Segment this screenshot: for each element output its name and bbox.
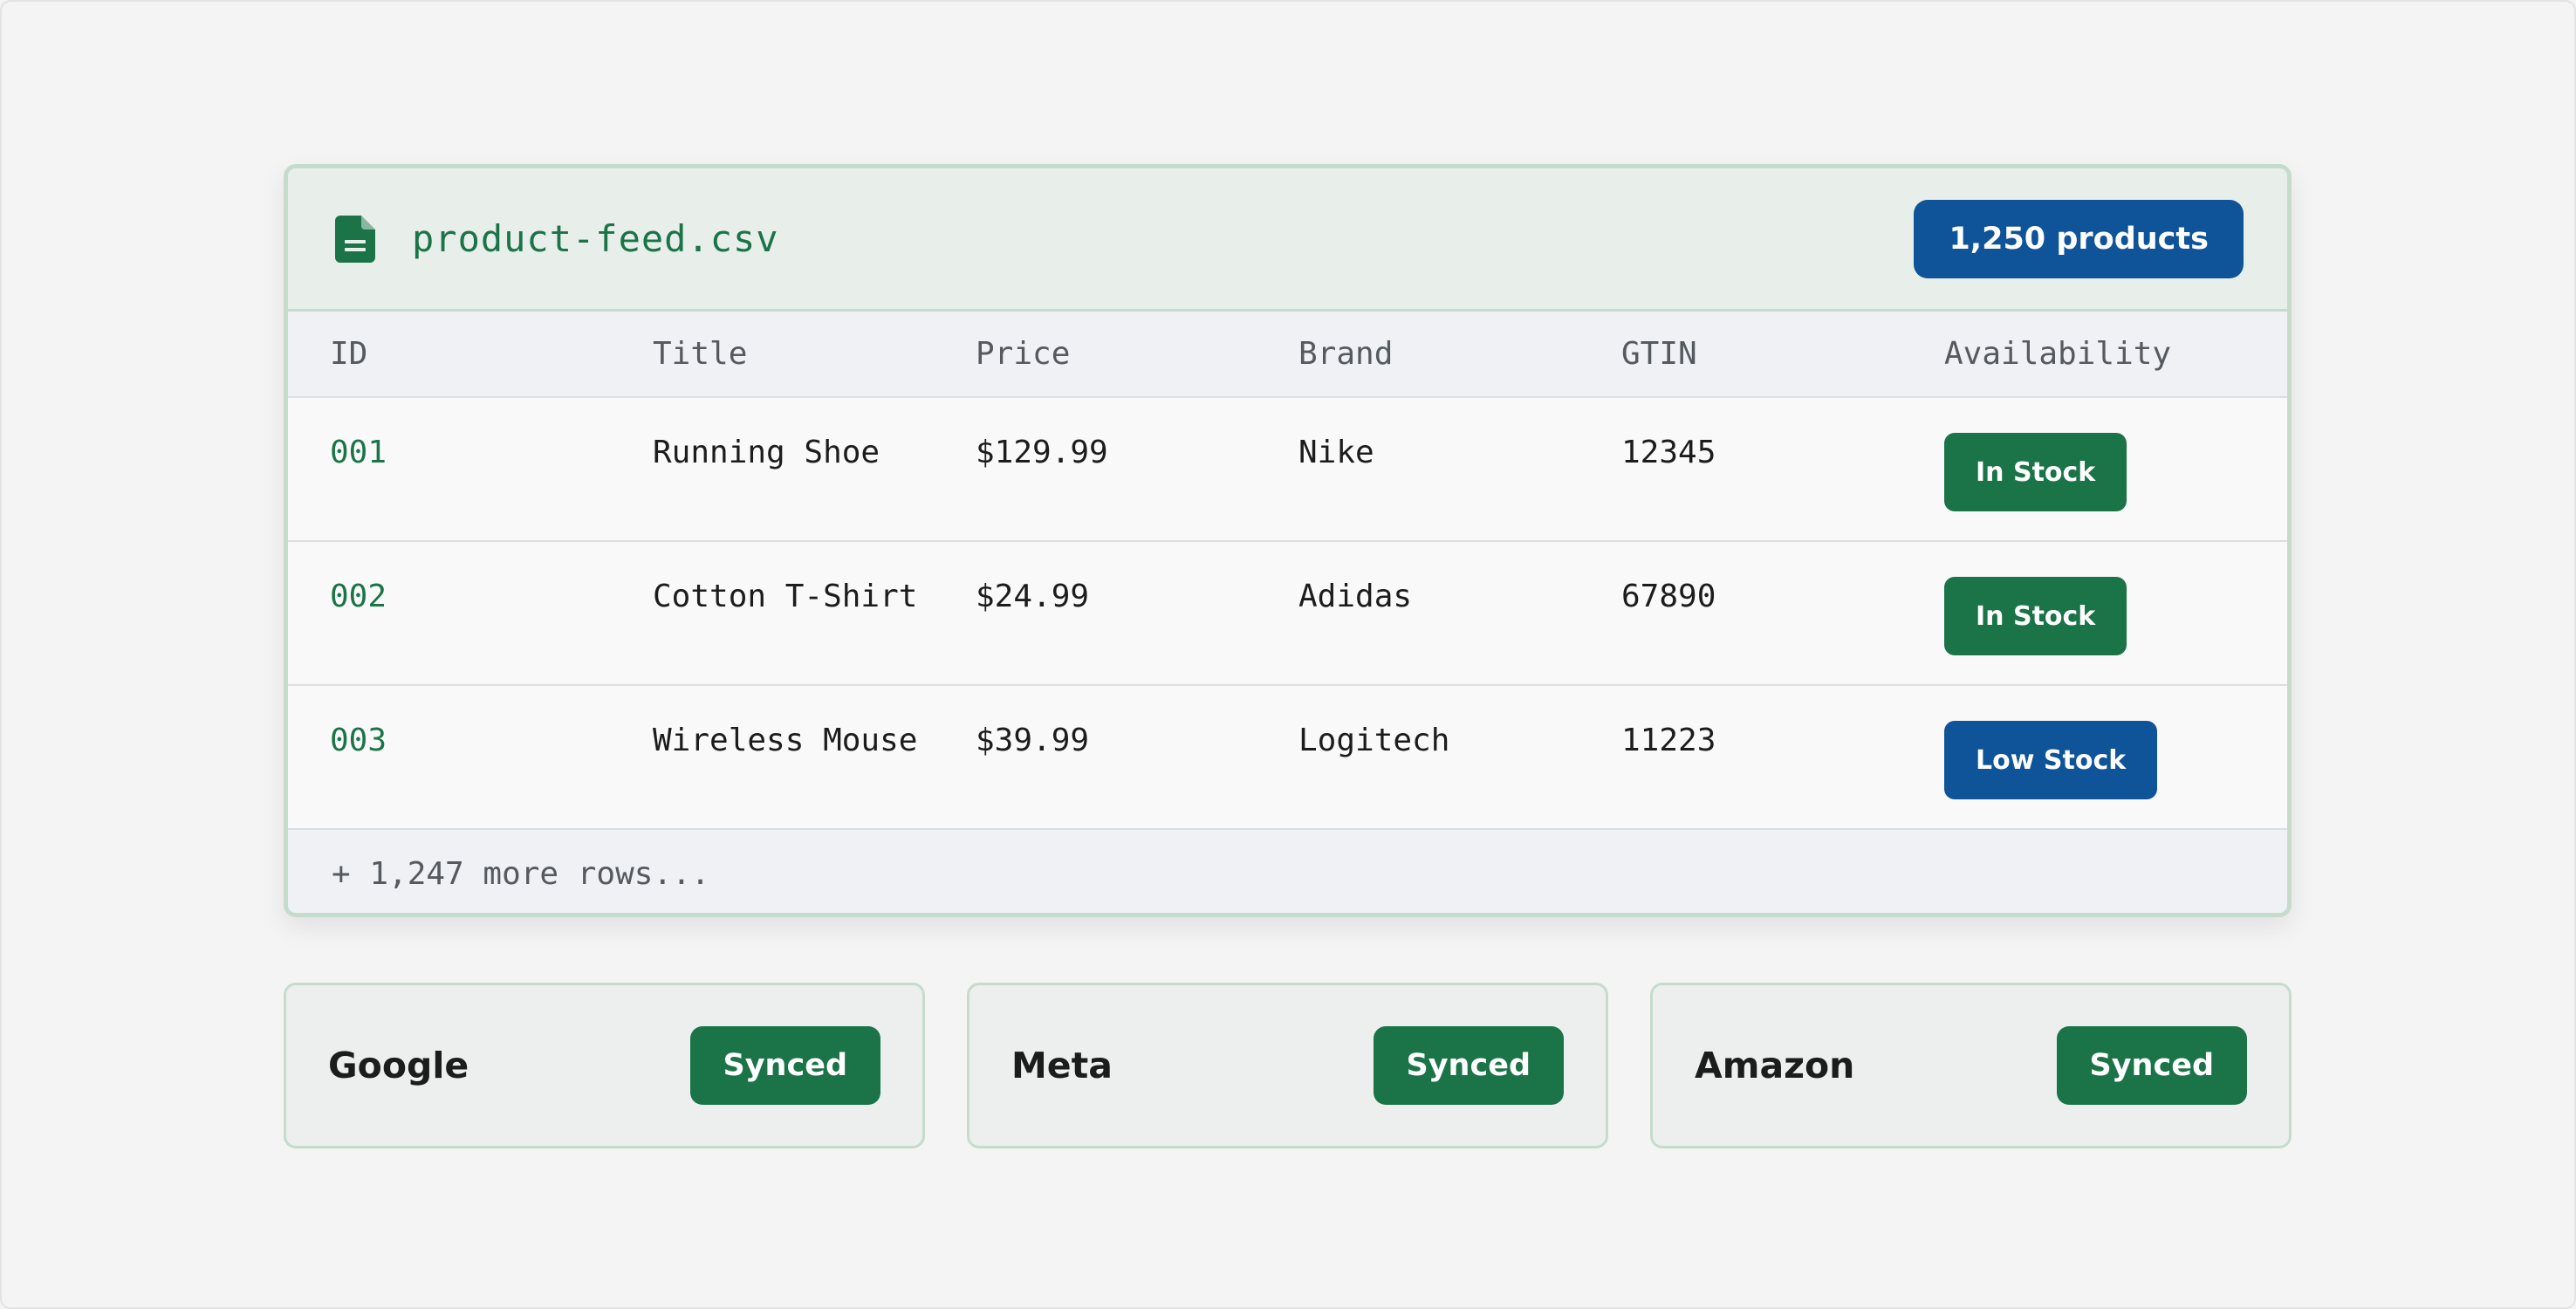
cell-availability: Low Stock xyxy=(1944,721,2267,799)
column-header-price: Price xyxy=(976,336,1071,372)
cell-gtin: 12345 xyxy=(1621,435,1716,470)
file-document-icon xyxy=(335,215,375,263)
product-feed-card: product-feed.csv 1,250 products ID Title… xyxy=(284,164,2292,917)
channel-card-google[interactable]: Google Synced xyxy=(284,983,925,1148)
column-header-id: ID xyxy=(330,336,368,372)
feed-header: product-feed.csv 1,250 products xyxy=(288,168,2287,312)
channel-name: Amazon xyxy=(1695,1045,1855,1086)
cell-brand: Nike xyxy=(1298,435,1374,470)
cell-title: Wireless Mouse xyxy=(653,723,918,758)
cell-gtin: 11223 xyxy=(1621,723,1716,758)
cell-id: 003 xyxy=(330,723,387,758)
cell-gtin: 67890 xyxy=(1621,579,1716,614)
cell-brand: Adidas xyxy=(1298,579,1413,614)
sync-status-badge: Synced xyxy=(2056,1026,2247,1105)
cell-price: $39.99 xyxy=(976,723,1090,758)
table-row: 003 Wireless Mouse $39.99 Logitech 11223… xyxy=(288,686,2287,830)
cell-title: Running Shoe xyxy=(653,435,880,470)
file-name: product-feed.csv xyxy=(412,217,779,260)
availability-badge: In Stock xyxy=(1944,433,2127,511)
table-row: 002 Cotton T-Shirt $24.99 Adidas 67890 I… xyxy=(288,542,2287,686)
cell-id: 001 xyxy=(330,435,387,470)
availability-badge: Low Stock xyxy=(1944,721,2158,799)
product-count-badge: 1,250 products xyxy=(1914,199,2244,278)
column-header-title: Title xyxy=(653,336,748,372)
channel-name: Meta xyxy=(1011,1045,1113,1086)
cell-price: $129.99 xyxy=(976,435,1108,470)
column-header-availability: Availability xyxy=(1944,336,2172,372)
cell-brand: Logitech xyxy=(1298,723,1450,758)
column-header-gtin: GTIN xyxy=(1621,336,1697,372)
cell-id: 002 xyxy=(330,579,387,614)
sync-status-badge: Synced xyxy=(1373,1026,1564,1105)
cell-availability: In Stock xyxy=(1944,577,2267,655)
table-header: ID Title Price Brand GTIN Availability xyxy=(288,312,2287,398)
channel-card-meta[interactable]: Meta Synced xyxy=(967,983,1608,1148)
cell-price: $24.99 xyxy=(976,579,1090,614)
file-title: product-feed.csv xyxy=(335,215,779,263)
channel-name: Google xyxy=(328,1045,469,1086)
column-header-brand: Brand xyxy=(1298,336,1394,372)
cell-title: Cotton T-Shirt xyxy=(653,579,918,614)
more-rows-indicator[interactable]: + 1,247 more rows... xyxy=(288,830,2287,913)
cell-availability: In Stock xyxy=(1944,433,2267,511)
channel-card-amazon[interactable]: Amazon Synced xyxy=(1650,983,2292,1148)
channel-sync-list: Google Synced Meta Synced Amazon Synced xyxy=(284,983,2292,1148)
availability-badge: In Stock xyxy=(1944,577,2127,655)
table-row: 001 Running Shoe $129.99 Nike 12345 In S… xyxy=(288,398,2287,542)
sync-status-badge: Synced xyxy=(689,1026,880,1105)
